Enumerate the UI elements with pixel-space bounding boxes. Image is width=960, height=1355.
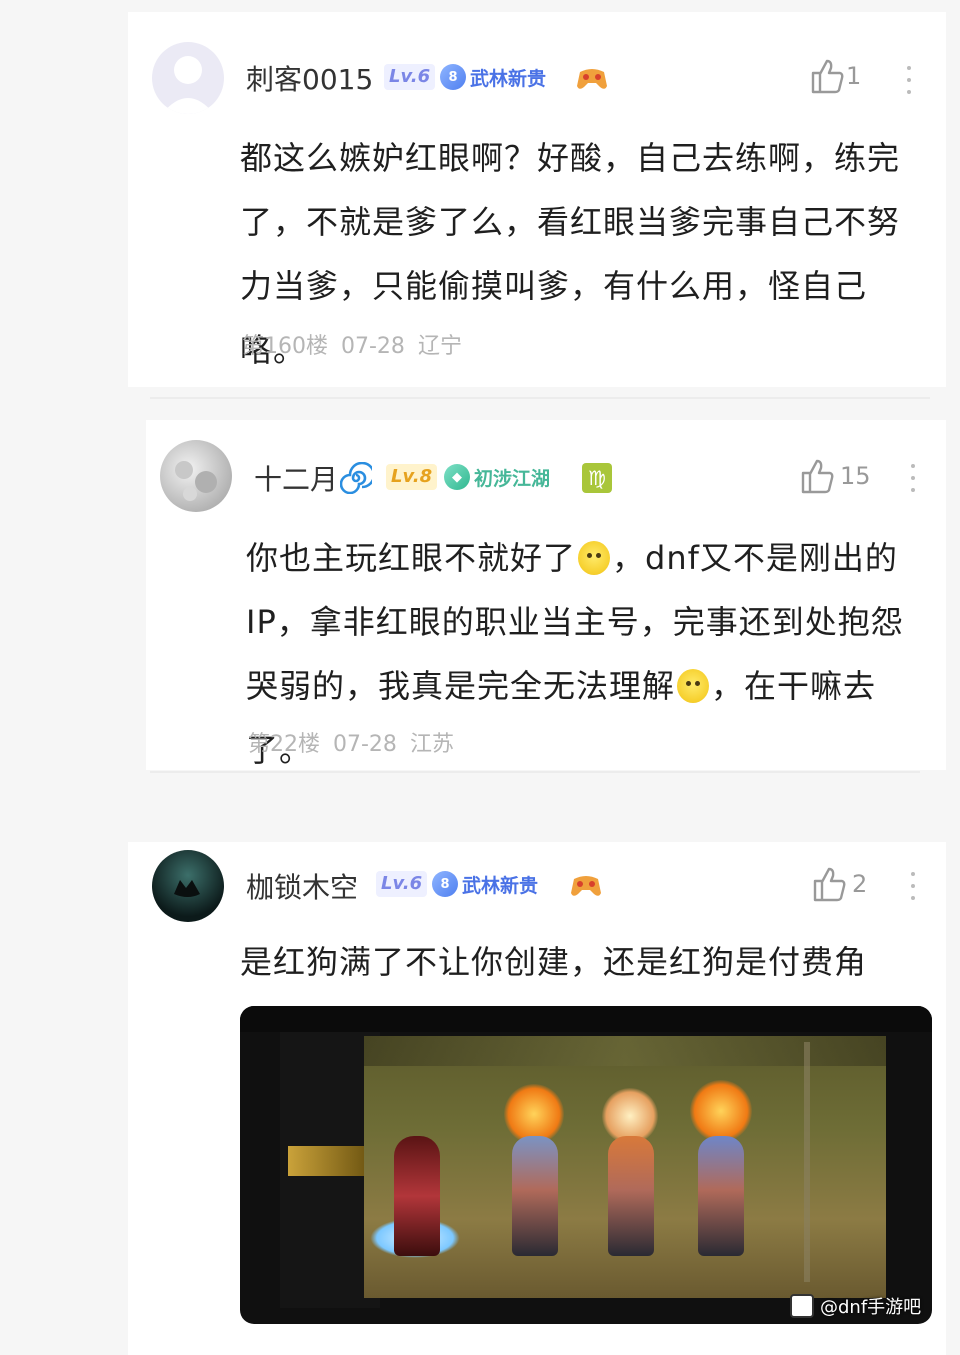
- watermark-text: @dnf手游吧: [820, 1297, 922, 1318]
- title-badge-label: 武林新贵: [470, 67, 547, 90]
- level-badge: Lv.6: [384, 64, 436, 90]
- thumb-up-icon: [813, 867, 846, 902]
- title-badge: ◆ 初涉江湖: [444, 463, 550, 491]
- like-button[interactable]: 15: [800, 458, 871, 494]
- source-watermark: @dnf手游吧: [790, 1293, 921, 1319]
- like-count: 15: [840, 462, 871, 490]
- comment-location: 辽宁: [417, 334, 462, 359]
- virgo-icon: ♍: [582, 463, 612, 493]
- gamepad-icon: [577, 69, 607, 89]
- comment-meta: 第160楼 07-28 辽宁: [242, 328, 462, 360]
- like-button[interactable]: 2: [812, 866, 867, 902]
- spiral-icon: [340, 462, 373, 494]
- more-options-icon[interactable]: [910, 464, 916, 500]
- title-badge: 8 武林新贵: [440, 63, 546, 91]
- comment-meta: 第22楼 07-28 江苏: [248, 726, 454, 758]
- username[interactable]: 枷锁木空: [246, 866, 358, 906]
- title-badge-label: 武林新贵: [462, 874, 539, 897]
- attached-game-screenshot[interactable]: [240, 1006, 932, 1324]
- character-figure: [512, 1136, 558, 1256]
- comment-text-part: 你也主玩红眼不就好了: [246, 539, 577, 577]
- like-count: 2: [852, 870, 868, 898]
- more-options-icon[interactable]: [906, 66, 912, 102]
- thumb-up-icon: [811, 59, 844, 94]
- comment-location: 江苏: [409, 732, 454, 757]
- avatar[interactable]: [152, 42, 224, 114]
- level-badge: Lv.8: [386, 464, 438, 490]
- game-top-bar: [240, 1006, 932, 1032]
- thumb-up-icon: [801, 459, 834, 494]
- title-badge-label: 初涉江湖: [474, 467, 551, 490]
- emoji-icon: [677, 669, 710, 703]
- like-button[interactable]: 1: [810, 58, 861, 94]
- more-options-icon[interactable]: [910, 872, 916, 908]
- comment-date: 07-28: [341, 334, 405, 359]
- avatar[interactable]: [160, 440, 232, 512]
- username[interactable]: 刺客0015: [246, 58, 373, 98]
- title-badge: 8 武林新贵: [432, 870, 538, 898]
- shield-icon: 8: [432, 871, 458, 897]
- emoji-icon: [578, 541, 611, 575]
- divider: [150, 771, 920, 773]
- divider: [150, 397, 930, 399]
- character-figure: [608, 1136, 654, 1256]
- character-figure: [394, 1136, 440, 1256]
- comment-date: 07-28: [333, 732, 397, 757]
- gem-icon: ◆: [444, 464, 470, 490]
- like-count: 1: [846, 62, 862, 90]
- avatar[interactable]: [152, 850, 224, 922]
- level-badge: Lv.6: [376, 871, 428, 897]
- username-text: 十二月: [254, 463, 339, 496]
- shield-icon: 8: [440, 64, 466, 90]
- floor-number: 第160楼: [242, 334, 328, 359]
- game-character-stage: [364, 1036, 886, 1298]
- gamepad-icon: [571, 876, 601, 896]
- logo-icon: [790, 1294, 814, 1318]
- floor-number: 第22楼: [248, 732, 320, 757]
- character-figure: [698, 1136, 744, 1256]
- username[interactable]: 十二月: [254, 458, 373, 498]
